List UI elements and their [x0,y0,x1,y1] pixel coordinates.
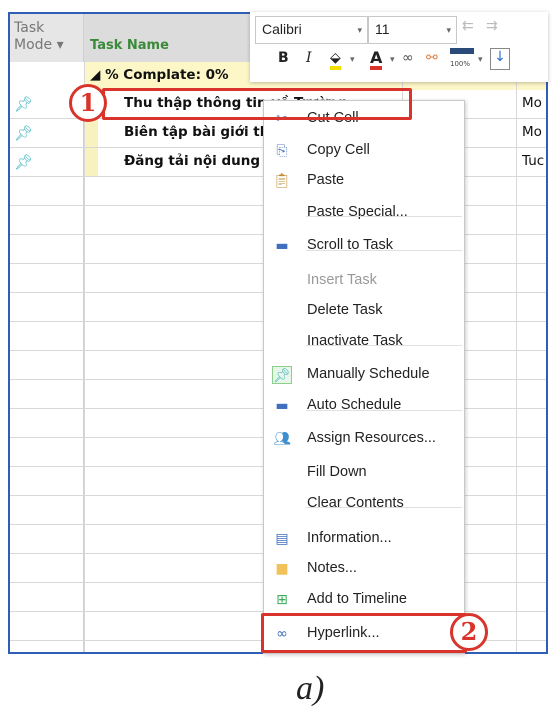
menu-item-information[interactable]: ▤ Information... [264,525,464,553]
menu-item-label: Paste Special... [307,204,408,220]
annotation-box-2 [261,613,467,653]
paste-icon: 📋︎ [273,173,291,189]
menu-separator [306,216,462,217]
menu-item-delete-task[interactable]: Delete Task [264,297,464,325]
menu-item-label: Information... [307,530,392,546]
menu-item-auto-schedule[interactable]: ▬ Auto Schedule [264,392,464,420]
unlink-tasks-icon[interactable]: ⚯ [426,50,438,66]
resource-name[interactable]: Mo [522,124,542,140]
font-size: 11 [375,21,390,37]
people-icon: 👥︎ [273,431,291,447]
menu-separator [306,250,462,251]
menu-item-copy-cell[interactable]: ⎘ Copy Cell [264,137,464,165]
pin-icon: 📌︎ [14,124,34,142]
link-tasks-icon[interactable]: ∞ [402,50,414,66]
menu-item-inactivate-task[interactable]: Inactivate Task [264,328,464,356]
task-name[interactable]: Đăng tải nội dung [124,153,260,169]
font-name-select[interactable]: Calibri ▾ [255,16,368,44]
timeline-icon: ⊞ [276,592,288,608]
menu-item-label: Insert Task [307,272,377,288]
menu-item-label: Add to Timeline [307,591,407,607]
menu-item-insert-task[interactable]: Insert Task [264,267,464,295]
menu-separator [306,345,462,346]
annotation-marker-1: 1 [69,84,107,122]
percent-complete-button[interactable]: 100% [450,48,474,70]
scroll-to-task-icon: ▬ [275,238,289,254]
note-icon: ■ [275,561,289,577]
scroll-to-task-button[interactable]: ↓ [490,48,510,70]
menu-item-label: Assign Resources... [307,430,436,446]
menu-item-paste[interactable]: 📋︎ Paste [264,167,464,195]
menu-item-notes[interactable]: ■ Notes... [264,555,464,583]
resource-name[interactable]: Tuc [522,153,544,169]
mini-toolbar: Calibri ▾ 11 ▾ ⇇ ⇉ B I ⬙ ▾ A ▾ ∞ ⚯ 100% ▾ … [250,12,548,82]
menu-item-manually-schedule[interactable]: 📌︎ Manually Schedule [264,361,464,389]
annotation-box-1 [102,88,412,120]
menu-separator [306,507,462,508]
menu-item-label: Manually Schedule [307,366,430,382]
menu-item-add-to-timeline[interactable]: ⊞ Add to Timeline [264,586,464,614]
italic-button[interactable]: I [306,50,312,66]
pin-icon: 📌︎ [14,153,34,171]
figure-caption: a) [296,670,325,707]
font-size-select[interactable]: 11 ▾ [368,16,457,44]
menu-item-clear-contents[interactable]: Clear Contents [264,490,464,518]
menu-item-label: Copy Cell [307,142,370,158]
menu-item-label: Paste [307,172,345,188]
menu-item-assign-resources[interactable]: 👥︎ Assign Resources... [264,425,464,453]
font-name: Calibri [262,21,302,37]
menu-item-label: Delete Task [307,302,383,318]
resource-name[interactable]: Mo [522,95,542,111]
context-menu: ✂ Cut Cell ⎘ Copy Cell 📋︎ Paste Paste Special.… [263,100,465,654]
menu-item-label: Notes... [307,560,357,576]
menu-item-label: Inactivate Task [307,333,403,349]
indent-icon[interactable]: ⇉ [486,18,498,34]
annotation-marker-2: 2 [450,613,488,651]
pin-icon: 📌︎ [14,95,34,113]
menu-separator [306,410,462,411]
outdent-icon[interactable]: ⇇ [462,18,474,34]
information-icon: ▤ [275,531,289,547]
bold-button[interactable]: B [278,50,289,66]
menu-item-fill-down[interactable]: Fill Down [264,459,464,487]
pin-icon: 📌︎ [272,366,292,384]
menu-item-scroll-to-task[interactable]: ▬ Scroll to Task [264,232,464,260]
menu-item-label: Fill Down [307,464,367,480]
font-color-button[interactable]: A [370,50,383,70]
task-mode-header[interactable]: Task Mode ▾ [10,14,84,62]
menu-item-label: Clear Contents [307,495,404,511]
menu-item-paste-special[interactable]: Paste Special... [264,199,464,227]
auto-schedule-icon: ▬ [275,398,289,414]
highlight-icon[interactable]: ⬙ [330,50,341,70]
copy-icon: ⎘ [276,143,288,159]
